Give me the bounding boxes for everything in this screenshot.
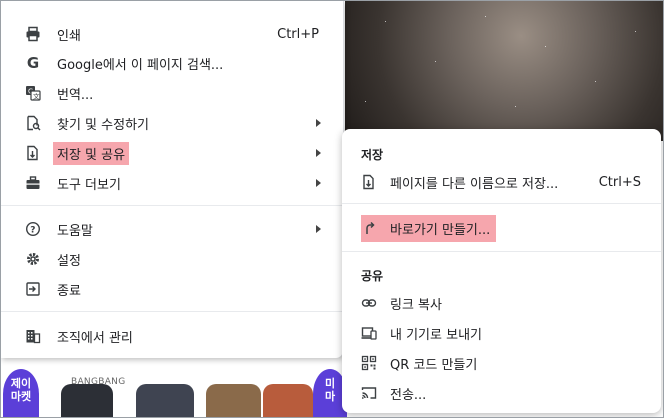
submenu-item-label: 바로가기 만들기... <box>361 214 497 242</box>
shortcut-label: Ctrl+S <box>598 174 641 190</box>
menu-item-help[interactable]: ? 도움말 <box>1 215 343 243</box>
menu-divider <box>1 311 343 312</box>
product-image[interactable] <box>206 384 261 417</box>
menu-item-label: 조직에서 관리 <box>57 330 133 346</box>
menu-item-save-share[interactable]: 저장 및 공유 <box>1 139 343 167</box>
product-image[interactable] <box>61 384 113 417</box>
submenu-arrow-icon <box>316 149 321 157</box>
submenu-item-create-qr[interactable]: QR 코드 만들기 <box>342 349 661 377</box>
submenu-item-save-page-as[interactable]: 페이지를 다른 이름으로 저장... Ctrl+S <box>342 168 661 196</box>
printer-icon <box>25 26 41 42</box>
browser-main-menu: 인쇄 Ctrl+P G Google에서 이 페이지 검색... G文 번역..… <box>1 1 344 358</box>
menu-item-label: 번역... <box>57 87 94 103</box>
submenu-arrow-icon <box>316 225 321 233</box>
find-icon <box>25 115 41 131</box>
submenu-arrow-icon <box>316 179 321 187</box>
save-share-submenu: 저장 페이지를 다른 이름으로 저장... Ctrl+S 바로가기 만들기...… <box>342 129 661 413</box>
menu-item-label: 저장 및 공유 <box>53 141 130 165</box>
submenu-item-label: 페이지를 다른 이름으로 저장... <box>390 176 559 192</box>
cast-icon <box>361 385 377 401</box>
menu-item-google-search[interactable]: G Google에서 이 페이지 검색... <box>1 49 343 77</box>
share-section-heading: 공유 <box>361 269 384 283</box>
submenu-item-label: QR 코드 만들기 <box>390 357 478 373</box>
google-icon: G <box>26 54 40 72</box>
menu-item-more-tools[interactable]: 도구 더보기 <box>1 169 343 197</box>
menu-item-find-edit[interactable]: 찾기 및 수정하기 <box>1 109 343 137</box>
svg-text:?: ? <box>30 225 35 235</box>
save-section-heading: 저장 <box>361 148 384 162</box>
submenu-item-label: 내 기기로 보내기 <box>390 327 482 343</box>
menu-item-label: 종료 <box>57 283 81 299</box>
submenu-item-send-to-devices[interactable]: 내 기기로 보내기 <box>342 319 661 347</box>
submenu-item-cast[interactable]: 전송... <box>342 379 661 407</box>
submenu-divider <box>342 251 661 252</box>
organization-icon <box>25 328 41 344</box>
save-page-icon <box>361 174 377 190</box>
browser-frame: 제이 마켓 BANGBANG 미 마 인쇄 Ctrl+P G Google에서 … <box>0 0 664 418</box>
translate-icon: G文 <box>25 85 41 101</box>
menu-item-label: 찾기 및 수정하기 <box>57 117 149 133</box>
devices-icon <box>361 325 377 341</box>
submenu-item-copy-link[interactable]: 링크 복사 <box>342 289 661 317</box>
qr-code-icon <box>361 355 377 371</box>
svg-text:文: 文 <box>33 92 40 101</box>
menu-divider <box>1 205 343 206</box>
product-image[interactable] <box>263 384 313 417</box>
submenu-arrow-icon <box>316 119 321 127</box>
background-night-sky-photo <box>345 1 663 141</box>
menu-item-label: Google에서 이 페이지 검색... <box>57 57 224 73</box>
submenu-divider <box>342 203 661 204</box>
menu-item-exit[interactable]: 종료 <box>1 275 343 303</box>
link-icon <box>361 295 377 311</box>
exit-icon <box>25 281 41 297</box>
shortcut-label: Ctrl+P <box>277 26 319 42</box>
menu-item-label: 인쇄 <box>57 28 81 44</box>
shortcut-arrow-icon <box>361 220 377 236</box>
submenu-item-label: 전송... <box>390 387 427 403</box>
menu-item-label: 도움말 <box>57 223 93 239</box>
menu-item-managed-by-org[interactable]: 조직에서 관리 <box>1 322 343 350</box>
left-promo-badge[interactable]: 제이 마켓 <box>3 369 39 417</box>
toolbox-icon <box>25 175 41 191</box>
menu-item-label: 설정 <box>57 253 81 269</box>
settings-icon <box>25 251 41 267</box>
submenu-item-create-shortcut[interactable]: 바로가기 만들기... <box>342 214 661 242</box>
menu-item-label: 도구 더보기 <box>57 177 121 193</box>
menu-item-print[interactable]: 인쇄 Ctrl+P <box>1 20 343 48</box>
help-icon: ? <box>25 221 41 237</box>
menu-item-translate[interactable]: G文 번역... <box>1 79 343 107</box>
menu-item-settings[interactable]: 설정 <box>1 245 343 273</box>
product-image[interactable] <box>136 384 194 417</box>
save-share-icon <box>25 145 41 161</box>
submenu-item-label: 링크 복사 <box>390 297 442 313</box>
